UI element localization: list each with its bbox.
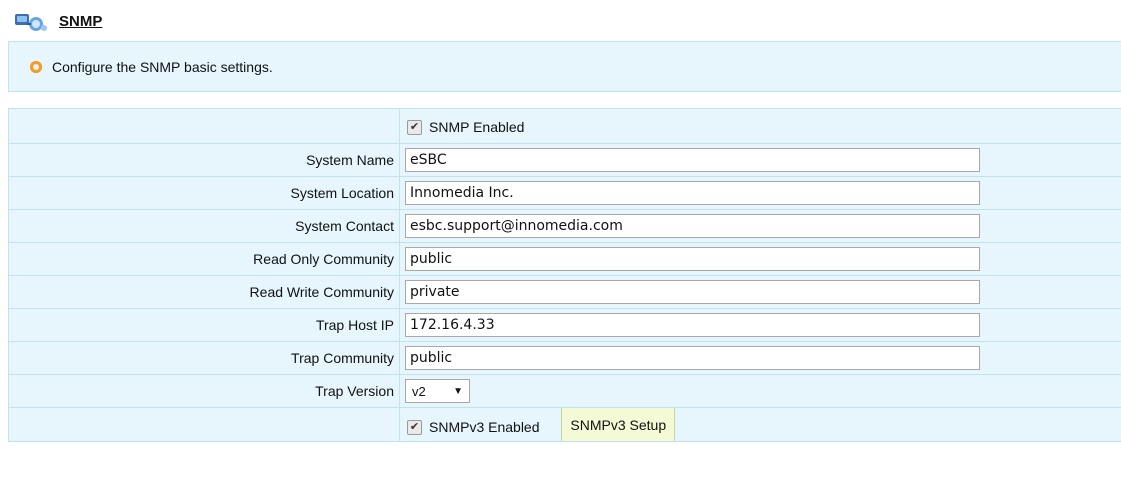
table-row: ✔ SNMPv3 Enabled SNMPv3 Setup (8, 407, 1121, 442)
system-contact-label: System Contact (8, 209, 400, 243)
table-row: System Location (8, 176, 1121, 210)
snmp-network-icon (15, 14, 47, 31)
trap-host-ip-input[interactable] (405, 313, 980, 337)
trap-version-select[interactable]: v2 ▼ (405, 379, 470, 403)
trap-community-input[interactable] (405, 346, 980, 370)
system-name-label: System Name (8, 143, 400, 177)
read-write-community-input[interactable] (405, 280, 980, 304)
table-row: Read Only Community (8, 242, 1121, 276)
system-location-label: System Location (8, 176, 400, 210)
table-row: Read Write Community (8, 275, 1121, 309)
trap-community-label: Trap Community (8, 341, 400, 375)
checkmark-icon[interactable]: ✔ (407, 119, 422, 135)
info-text: Configure the SNMP basic settings. (52, 58, 273, 75)
snmp-settings-table: ✔ SNMP Enabled System Name System Locati… (8, 108, 1121, 442)
chevron-down-icon: ▼ (453, 385, 463, 397)
read-only-community-label: Read Only Community (8, 242, 400, 276)
checkmark-icon[interactable]: ✔ (407, 419, 422, 435)
snmp-enabled-label: SNMP Enabled (429, 119, 525, 136)
read-only-community-input[interactable] (405, 247, 980, 271)
table-row: System Contact (8, 209, 1121, 243)
snmp-enabled-checkbox[interactable]: ✔ SNMP Enabled (405, 119, 524, 135)
snmpv3-setup-button[interactable]: SNMPv3 Setup (561, 408, 676, 441)
table-row: System Name (8, 143, 1121, 177)
trap-version-label: Trap Version (8, 374, 400, 408)
trap-host-ip-label: Trap Host IP (8, 308, 400, 342)
system-location-input[interactable] (405, 181, 980, 205)
read-write-community-label: Read Write Community (8, 275, 400, 309)
system-contact-input[interactable] (405, 214, 980, 238)
trap-version-value: v2 (412, 383, 426, 399)
snmpv3-enabled-label: SNMPv3 Enabled (429, 419, 540, 435)
page-header: SNMP (13, 8, 102, 34)
bullet-circle-icon (30, 60, 42, 73)
table-row: Trap Version v2 ▼ (8, 374, 1121, 408)
table-row: Trap Host IP (8, 308, 1121, 342)
info-banner: Configure the SNMP basic settings. (8, 41, 1121, 92)
table-row: ✔ SNMP Enabled (8, 108, 1121, 144)
system-name-input[interactable] (405, 148, 980, 172)
page-title[interactable]: SNMP (59, 13, 102, 30)
snmpv3-enabled-checkbox[interactable]: ✔ SNMPv3 Enabled (405, 419, 540, 435)
table-row: Trap Community (8, 341, 1121, 375)
